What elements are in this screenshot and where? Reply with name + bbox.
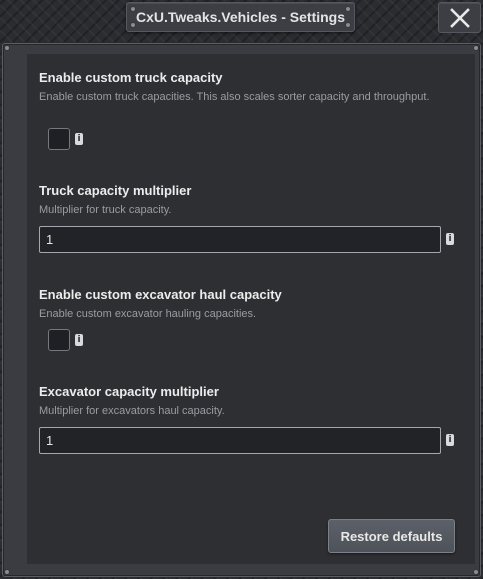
rivet xyxy=(346,23,350,27)
close-icon xyxy=(449,7,470,28)
rivet xyxy=(131,23,135,27)
info-icon[interactable]: i xyxy=(75,334,83,346)
window-title-plate: CxU.Tweaks.Vehicles - Settings xyxy=(126,2,355,32)
setting-title: Truck capacity multiplier xyxy=(39,183,192,198)
rivet xyxy=(474,570,478,574)
setting-description: Multiplier for excavators haul capacity. xyxy=(39,405,225,417)
close-button[interactable] xyxy=(438,2,481,33)
info-icon[interactable]: i xyxy=(446,434,454,446)
excavator-multiplier-input[interactable] xyxy=(39,427,441,454)
rivet xyxy=(474,46,478,50)
setting-enable-excavator-capacity: Enable custom excavator haul capacity En… xyxy=(39,287,469,322)
setting-description: Enable custom truck capacities. This als… xyxy=(39,91,430,103)
truck-multiplier-input[interactable] xyxy=(39,226,441,253)
setting-truck-multiplier: Truck capacity multiplier Multiplier for… xyxy=(39,183,469,218)
rivet xyxy=(5,570,9,574)
window-title: CxU.Tweaks.Vehicles - Settings xyxy=(135,9,346,25)
setting-title: Excavator capacity multiplier xyxy=(39,384,219,399)
setting-excavator-multiplier: Excavator capacity multiplier Multiplier… xyxy=(39,384,469,419)
restore-defaults-button[interactable]: Restore defaults xyxy=(328,519,455,553)
rivet xyxy=(5,46,9,50)
rivet xyxy=(131,7,135,11)
setting-title: Enable custom excavator haul capacity xyxy=(39,287,282,302)
setting-description: Enable custom excavator hauling capaciti… xyxy=(39,308,257,320)
setting-enable-truck-capacity: Enable custom truck capacity Enable cust… xyxy=(39,70,469,105)
setting-title: Enable custom truck capacity xyxy=(39,70,223,85)
truck-capacity-checkbox[interactable] xyxy=(48,128,70,150)
excavator-capacity-checkbox[interactable] xyxy=(48,329,70,351)
rivet xyxy=(346,7,350,11)
info-icon[interactable]: i xyxy=(446,233,454,245)
info-icon[interactable]: i xyxy=(75,133,83,145)
setting-description: Multiplier for truck capacity. xyxy=(39,204,172,216)
